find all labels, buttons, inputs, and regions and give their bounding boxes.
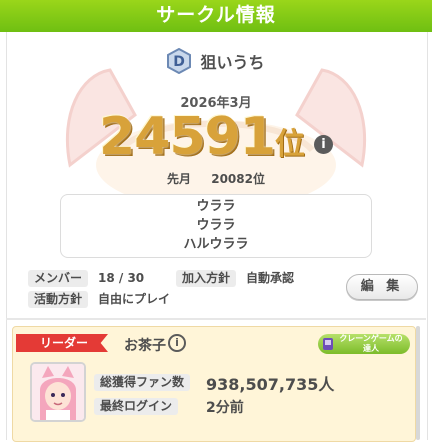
last-login-label: 最終ログイン: [94, 398, 179, 415]
section-divider: [6, 318, 426, 320]
crane-game-icon: [323, 338, 333, 350]
join-policy-value: 自動承認: [246, 271, 295, 285]
activity-policy-label: 活動方針: [28, 291, 89, 308]
rank-unit: 位: [274, 127, 305, 162]
activity-policy-value: 自由にプレイ: [98, 292, 171, 306]
join-policy-label: 加入方針: [176, 270, 237, 287]
slogan-line: ハルウララ: [183, 237, 249, 252]
leader-tag: リーダー: [16, 334, 108, 352]
scrollbar[interactable]: [416, 326, 420, 440]
current-rank-number: 24591: [98, 107, 276, 167]
last-month-rank: 先月 20082位: [0, 170, 432, 187]
circle-name: 狙いうち: [200, 53, 265, 72]
leader-info-icon[interactable]: i: [168, 334, 186, 352]
last-month-label: 先月: [167, 172, 192, 186]
crane-badge-line: クレーンゲームの: [339, 334, 403, 343]
d-rank-badge-icon: D: [167, 48, 192, 74]
edit-button[interactable]: 編 集: [346, 274, 418, 300]
crane-badge-line: 達人: [363, 344, 379, 353]
slogan-line: ウララ: [196, 199, 236, 214]
circle-slogan-box: ウララ ウララ ハルウララ: [60, 194, 372, 258]
members-label: メンバー: [28, 270, 89, 287]
screen-header: サークル情報: [0, 0, 432, 32]
rank-row: 24591位 i: [0, 107, 432, 167]
last-month-value: 20082位: [211, 172, 265, 186]
total-fans-value: 938,507,735人: [206, 375, 335, 394]
total-fans-label: 総獲得ファン数: [94, 374, 191, 391]
rank-info-icon[interactable]: i: [314, 135, 333, 154]
svg-text:D: D: [174, 54, 186, 70]
trainer-avatar: [32, 364, 84, 420]
members-value: 18 / 30: [98, 271, 145, 285]
slogan-line: ウララ: [196, 218, 236, 233]
circle-name-row: D 狙いうち: [0, 48, 432, 74]
leader-avatar[interactable]: [30, 362, 86, 422]
leader-name: お茶子: [124, 338, 166, 354]
last-login-value: 2分前: [206, 400, 244, 416]
